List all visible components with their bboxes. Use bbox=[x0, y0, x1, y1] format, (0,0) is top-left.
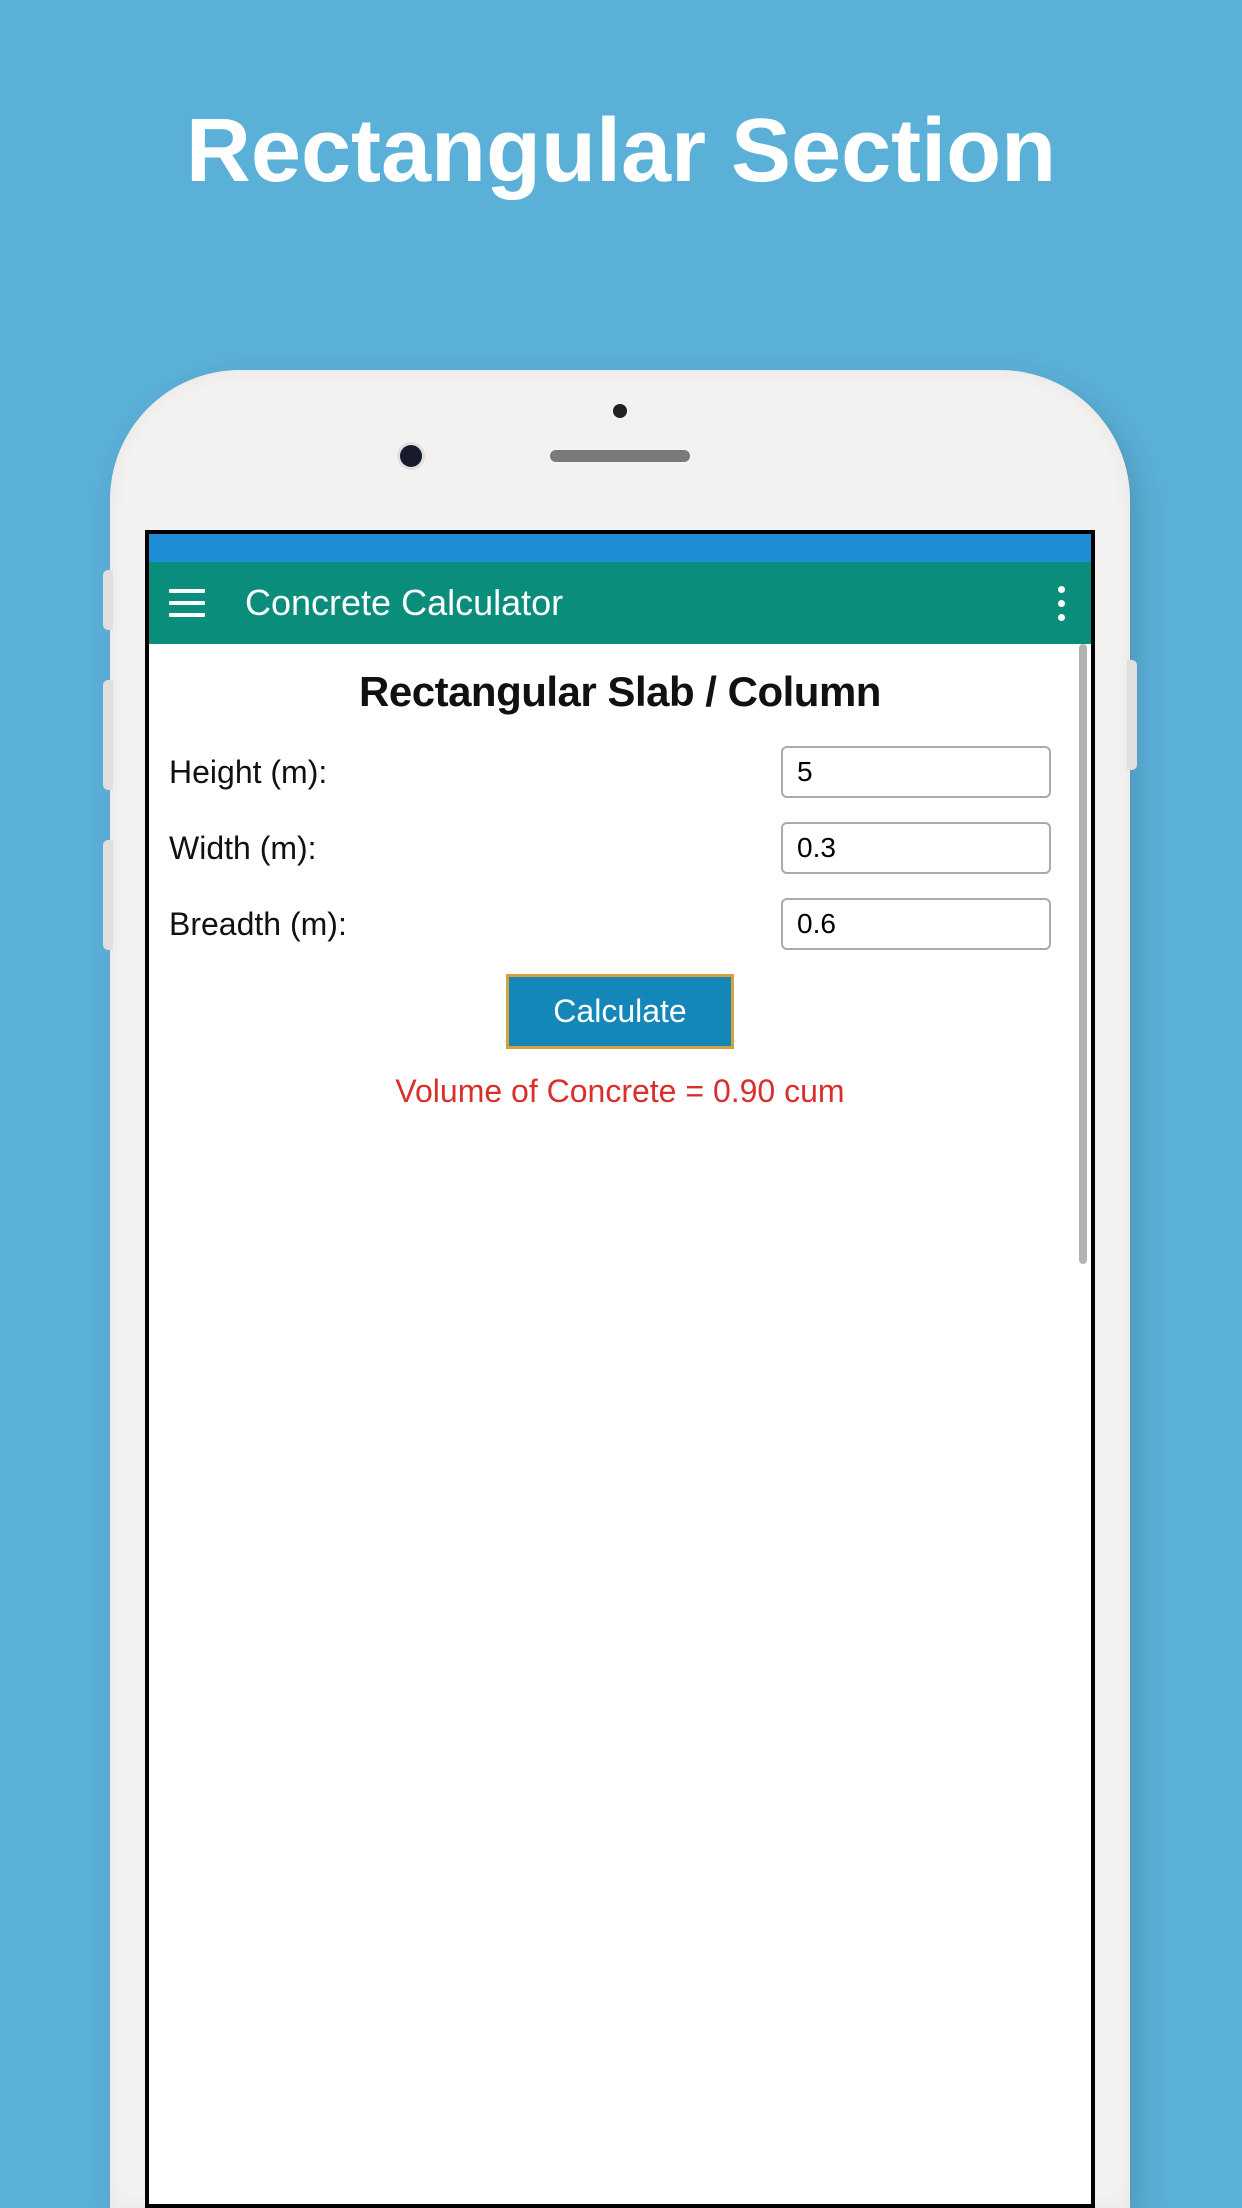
hamburger-menu-icon[interactable] bbox=[169, 589, 205, 617]
form-row-width: Width (m): bbox=[169, 822, 1071, 874]
phone-power-button bbox=[1127, 660, 1137, 770]
phone-volume-down bbox=[103, 840, 113, 950]
phone-screen: Concrete Calculator Rectangular Slab / C… bbox=[145, 530, 1095, 2208]
button-row: Calculate bbox=[169, 974, 1071, 1049]
phone-frame: Concrete Calculator Rectangular Slab / C… bbox=[110, 370, 1130, 2208]
form-row-breadth: Breadth (m): bbox=[169, 898, 1071, 950]
phone-volume-up bbox=[103, 680, 113, 790]
app-bar: Concrete Calculator bbox=[149, 562, 1091, 644]
phone-sensor bbox=[613, 404, 627, 418]
status-bar bbox=[149, 534, 1091, 562]
phone-mute-switch bbox=[103, 570, 113, 630]
phone-side-buttons-right bbox=[1127, 660, 1137, 770]
result-text: Volume of Concrete = 0.90 cum bbox=[169, 1073, 1071, 1110]
height-input[interactable] bbox=[781, 746, 1051, 798]
phone-camera bbox=[400, 445, 422, 467]
width-input[interactable] bbox=[781, 822, 1051, 874]
content-area: Rectangular Slab / Column Height (m): Wi… bbox=[149, 644, 1091, 1134]
calculate-button[interactable]: Calculate bbox=[506, 974, 733, 1049]
breadth-input[interactable] bbox=[781, 898, 1051, 950]
form-row-height: Height (m): bbox=[169, 746, 1071, 798]
scroll-indicator[interactable] bbox=[1079, 644, 1087, 1264]
phone-speaker bbox=[550, 450, 690, 462]
phone-side-buttons-left bbox=[103, 570, 113, 1000]
overflow-menu-icon[interactable] bbox=[1051, 576, 1071, 631]
height-label: Height (m): bbox=[169, 754, 327, 791]
page-title: Rectangular Slab / Column bbox=[169, 668, 1071, 716]
width-label: Width (m): bbox=[169, 830, 317, 867]
breadth-label: Breadth (m): bbox=[169, 906, 347, 943]
promo-title: Rectangular Section bbox=[0, 0, 1242, 203]
app-title: Concrete Calculator bbox=[245, 582, 1051, 624]
